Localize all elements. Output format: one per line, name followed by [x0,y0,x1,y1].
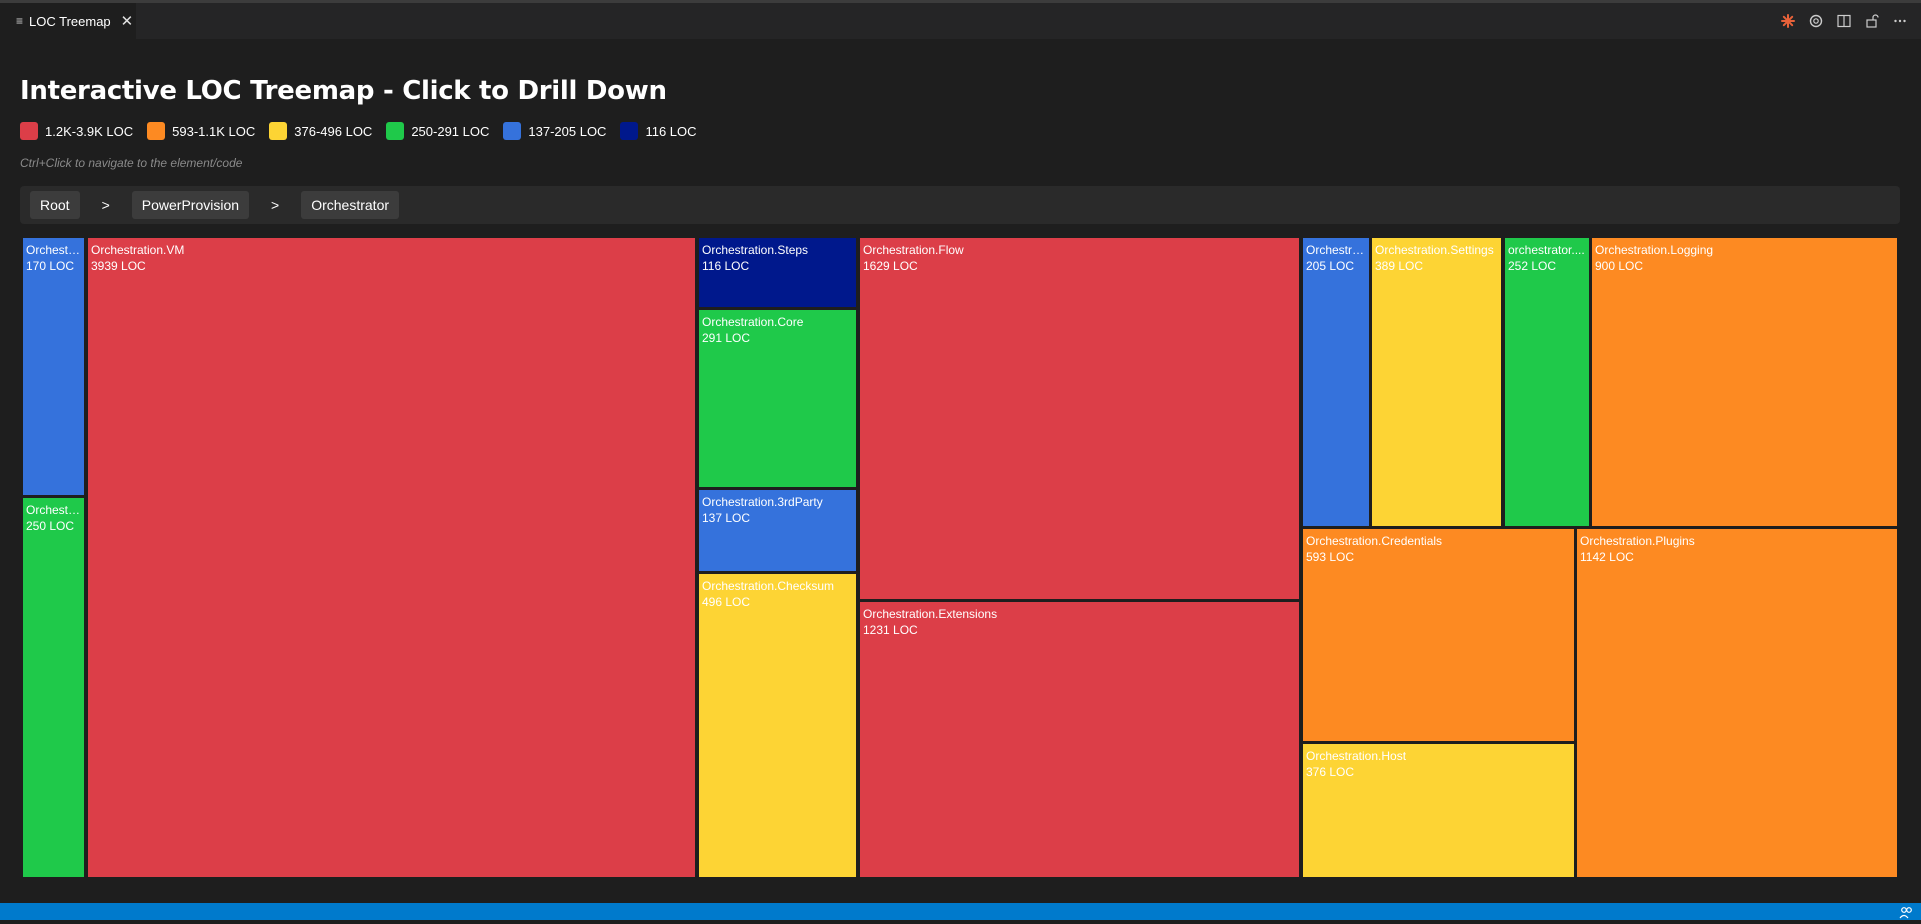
treemap-cell-name: Orchestration.Credentials [1306,534,1443,548]
treemap-cell[interactable]: Orchestration.Credentials 593 LOC [1303,529,1574,741]
treemap-cell[interactable]: Orchestration.Plugins 1142 LOC [1577,529,1897,877]
treemap-cell-name: Orchestra... [26,243,81,257]
treemap-cell-name: Orchestration.Checksum [702,579,835,593]
treemap-cell-loc: 250 LOC [26,519,75,533]
legend-label: 137-205 LOC [528,123,607,139]
treemap-cell-name: orchestrator.... [1508,243,1585,257]
treemap-cell-name: Orchestration.Logging [1595,243,1714,257]
treemap-cell-loc: 496 LOC [702,595,751,609]
navigation-hint: Ctrl+Click to navigate to the element/co… [20,156,243,170]
treemap-cell-loc: 376 LOC [1306,765,1355,779]
treemap-cell[interactable]: Orchestration.Steps 116 LOC [699,238,856,307]
treemap-cell[interactable]: Orchestration.3rdParty 137 LOC [699,490,856,571]
treemap-cell-loc: 252 LOC [1508,259,1557,273]
lock-icon[interactable] [1865,14,1879,28]
legend-label: 376-496 LOC [294,123,373,139]
breadcrumb-root[interactable]: Root [30,191,80,219]
treemap-cell[interactable]: Orchestration.Extensions 1231 LOC [860,602,1299,877]
treemap-cell[interactable]: Orchestration.Host 376 LOC [1303,744,1574,877]
treemap-cell-name: Orchestration.Flow [863,243,964,257]
breadcrumb-orchestrator[interactable]: Orchestrator [301,191,400,219]
treemap-cell-name: Orchestration.Host [1306,749,1407,763]
treemap-cell[interactable]: Orchestration.Settings 389 LOC [1372,238,1501,526]
treemap-cell-name: Orchestration.Settings [1375,243,1494,257]
legend-swatch [386,122,405,140]
legend-item: 116 LOC [620,122,697,140]
treemap-cell-loc: 1629 LOC [863,259,918,273]
split-editor-icon[interactable] [1837,14,1851,28]
openai-icon[interactable] [1809,14,1823,28]
treemap-cell-name: Orchestration.Core [702,315,804,329]
accounts-icon[interactable] [1899,905,1913,919]
legend-item: 1.2K-3.9K LOC [20,122,133,140]
treemap-cell[interactable]: Orchestration.Logging 900 LOC [1592,238,1897,526]
treemap-cell-name: Orchestration.VM [91,243,185,257]
close-icon[interactable]: ✕ [121,14,134,29]
legend-swatch [20,122,38,140]
legend-item: 137-205 LOC [503,122,606,140]
treemap-cell-name: Orchestration.Extensions [863,607,998,621]
breadcrumb-powerprovision[interactable]: PowerProvision [131,191,250,219]
treemap-cell-name: Orchestration.Steps [702,243,809,257]
treemap-cell-name: Orchestration.Plugins [1580,534,1695,548]
treemap-cell[interactable]: Orchestra... 250 LOC [23,498,84,877]
page-title: Interactive LOC Treemap - Click to Drill… [20,76,667,106]
legend-swatch [503,122,522,140]
legend-swatch [620,122,639,140]
editor-tab-bar: ≡ LOC Treemap ✕ [0,3,1921,39]
treemap-cell-loc: 1142 LOC [1580,550,1634,564]
legend-label: 250-291 LOC [411,123,490,139]
preview-icon: ≡ [16,14,24,28]
treemap-cell[interactable]: Orchestration.Core 291 LOC [699,310,856,487]
tab-loc-treemap[interactable]: ≡ LOC Treemap ✕ [0,3,136,39]
legend-swatch [269,122,288,140]
treemap-cell-loc: 291 LOC [702,331,751,345]
treemap-cell-name: Orchestration.3rdParty [702,495,823,509]
treemap-cell[interactable]: Orchestration.Flow 1629 LOC [860,238,1299,599]
treemap: Orchestra...170 LOCOrchestra...250 LOCOr… [20,235,1900,880]
treemap-cell-loc: 1231 LOC [863,623,918,637]
more-icon[interactable] [1893,14,1907,28]
sparkle-icon[interactable] [1781,14,1795,28]
treemap-cell[interactable]: Orchestration.Checksum 496 LOC [699,574,856,877]
tab-label: LOC Treemap [29,13,111,29]
legend-label: 116 LOC [645,123,697,139]
treemap-cell-loc: 900 LOC [1595,259,1644,273]
treemap-cell-loc: 593 LOC [1306,550,1355,564]
treemap-cell[interactable]: orchestrator.... 252 LOC [1505,238,1589,526]
treemap-cell-loc: 3939 LOC [91,259,146,273]
legend-item: 376-496 LOC [269,122,372,140]
breadcrumb-separator: > [101,197,110,213]
treemap-cell[interactable]: Orchestra... 170 LOC [23,238,84,495]
treemap-cell-name: Orchestra... [26,503,81,517]
treemap-cell-loc: 116 LOC [702,259,750,273]
editor-actions [1781,3,1907,39]
status-bar [0,903,1921,920]
treemap-cell[interactable]: Orchestration.VM 3939 LOC [88,238,695,877]
breadcrumb-separator: > [271,197,280,213]
legend: 1.2K-3.9K LOC 593-1.1K LOC 376-496 LOC 2… [20,120,711,142]
legend-item: 593-1.1K LOC [147,122,255,140]
legend-label: 593-1.1K LOC [172,123,256,139]
legend-label: 1.2K-3.9K LOC [45,123,134,139]
treemap-cell-loc: 205 LOC [1306,259,1355,273]
legend-swatch [147,122,166,140]
breadcrumb: Root > PowerProvision > Orchestrator [20,186,1900,224]
treemap-cell-name: Orchestra... [1306,243,1366,257]
treemap-cell[interactable]: Orchestra... 205 LOC [1303,238,1369,526]
legend-item: 250-291 LOC [386,122,489,140]
treemap-cell-loc: 137 LOC [702,511,751,525]
treemap-cell-loc: 389 LOC [1375,259,1424,273]
treemap-cell-loc: 170 LOC [26,259,75,273]
